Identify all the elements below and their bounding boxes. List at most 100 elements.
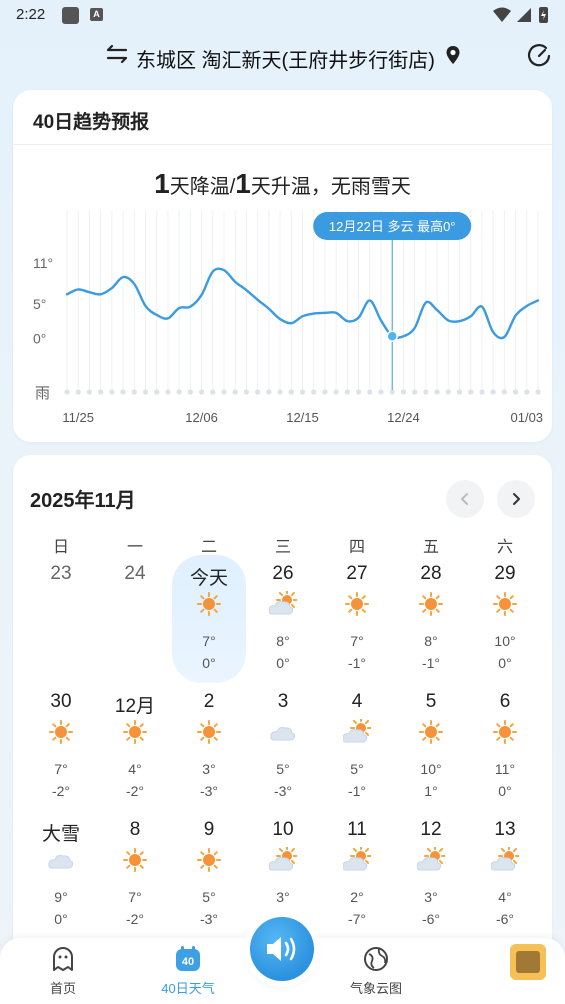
day-low-temp: -6° (495, 911, 515, 927)
rain-dot (64, 389, 70, 395)
calendar-day[interactable]: 28 8° -1° (394, 555, 468, 683)
wifi-icon (493, 7, 511, 22)
day-label: 12 (420, 819, 442, 840)
day-label: 2 (203, 691, 215, 712)
calendar-day[interactable]: 5 10° 1° (394, 683, 468, 811)
rain-dot (311, 389, 317, 395)
status-time: 2:22 (16, 6, 46, 23)
y-tick-label: 0° (33, 331, 46, 347)
sun-icon (493, 720, 517, 744)
day-high-temp: 3° (202, 761, 216, 777)
day-low-temp: -2° (125, 783, 145, 799)
day-high-temp: 2° (350, 889, 364, 905)
weekday-header: 三 (274, 539, 291, 556)
day-label: 26 (272, 563, 294, 584)
nav-cloud-map[interactable]: 气象云图 (331, 944, 421, 997)
day-low-temp: -7° (347, 911, 367, 927)
calendar-day[interactable]: 26 8° 0° (246, 555, 320, 683)
sun-icon (419, 720, 443, 744)
day-low-temp: 0° (498, 783, 512, 799)
day-high-temp: 5° (350, 761, 364, 777)
sun-icon (345, 592, 369, 616)
calendar-day[interactable]: 11 2° -7° (320, 811, 394, 939)
nav-home[interactable]: 首页 (18, 944, 108, 997)
voice-broadcast-button[interactable] (250, 917, 314, 981)
rain-dot (210, 389, 216, 395)
calendar-day-today[interactable]: 今天 7° 0° (172, 555, 246, 683)
rain-dot (131, 389, 137, 395)
calendar-day[interactable]: 13 4° -6° (468, 811, 542, 939)
previous-month-button[interactable] (446, 480, 484, 518)
temperature-trend-chart[interactable]: 11° 5° 0° 雨 11/25 12/06 12/15 12/24 01/03 12月22日 … (13, 90, 552, 442)
calendar-day[interactable]: 8 7° -2° (98, 811, 172, 939)
calendar-day[interactable]: 2 3° -3° (172, 683, 246, 811)
rain-dot (198, 389, 205, 395)
location-pin-icon (446, 46, 460, 64)
day-label: 12月 (114, 696, 156, 717)
cloud-icon (48, 855, 74, 869)
calendar-day[interactable]: 24 (98, 555, 172, 683)
rain-dot (524, 389, 530, 395)
calendar-day[interactable]: 9 5° -3° (172, 811, 246, 939)
watermark-logo-icon (510, 944, 546, 980)
nav-40day[interactable]: 40 40日天气 (143, 944, 233, 997)
calendar-day[interactable]: 12 3° -6° (394, 811, 468, 939)
x-tick-label: 12/15 (286, 410, 319, 425)
trend-card: 40日趋势预报 1天降温/1天升温，无雨雪天 11° 5° 0° 雨 11/25 12/0… (13, 90, 552, 442)
partly-cloudy-icon (269, 847, 297, 871)
rain-dot (389, 389, 395, 395)
sun-icon (197, 720, 221, 744)
calendar-day[interactable]: 3 5° -3° (246, 683, 320, 811)
day-label: 3 (277, 691, 289, 712)
calendar-month-title: 2025年11月 (30, 490, 136, 512)
calendar-day[interactable]: 4 5° -1° (320, 683, 394, 811)
day-high-temp: 8° (276, 633, 290, 649)
rain-dot (221, 389, 227, 395)
day-high-temp: 10° (420, 761, 442, 777)
day-label: 29 (494, 563, 516, 584)
rain-dot (378, 389, 384, 395)
location-title[interactable]: 东城区 淘汇新天(王府井步行街店) (136, 44, 435, 73)
day-low-temp: 0° (202, 655, 216, 671)
rain-dot (333, 389, 339, 395)
globe-icon (364, 947, 388, 971)
calendar-day[interactable]: 大雪 9° 0° (24, 811, 98, 939)
rain-dot (299, 389, 306, 395)
calendar-day[interactable]: 23 (24, 555, 98, 683)
partly-cloudy-icon (491, 847, 519, 871)
rain-dot (109, 389, 115, 395)
day-label: 大雪 (41, 824, 80, 845)
sun-icon (493, 592, 517, 616)
header: 东城区 淘汇新天(王府井步行街店) (0, 38, 565, 74)
day-high-temp: 3° (276, 889, 290, 905)
sun-icon (49, 720, 73, 744)
rain-dot (98, 389, 104, 395)
highlight-point (386, 330, 398, 343)
day-low-temp: 0° (276, 655, 290, 671)
day-high-temp: 5° (202, 889, 216, 905)
switch-location-icon[interactable] (105, 42, 129, 66)
rain-dot (468, 389, 474, 395)
nav-home-label: 首页 (49, 981, 76, 996)
weekday-header: 五 (422, 539, 439, 556)
calendar-day[interactable]: 30 7° -2° (24, 683, 98, 811)
day-label: 4 (351, 691, 363, 712)
calendar-day[interactable]: 27 7° -1° (320, 555, 394, 683)
day-label: 30 (50, 691, 72, 712)
day-low-temp: -3° (199, 783, 219, 799)
refresh-icon[interactable] (525, 42, 553, 70)
day-low-temp: -1° (347, 655, 367, 671)
calendar-day[interactable]: 12月 4° -2° (98, 683, 172, 811)
day-high-temp: 4° (498, 889, 512, 905)
calendar-day[interactable]: 29 10° 0° (468, 555, 542, 683)
signal-icon (517, 8, 531, 22)
calendar-day[interactable]: 6 11° 0° (468, 683, 542, 811)
rain-dot (120, 389, 126, 395)
day-label: 今天 (189, 568, 228, 589)
day-high-temp: 5° (276, 761, 290, 777)
rain-row-label: 雨 (35, 385, 50, 402)
weekday-header: 日 (52, 539, 69, 556)
day-high-temp: 7° (202, 633, 216, 649)
status-icons (493, 7, 548, 23)
next-month-button[interactable] (497, 480, 535, 518)
